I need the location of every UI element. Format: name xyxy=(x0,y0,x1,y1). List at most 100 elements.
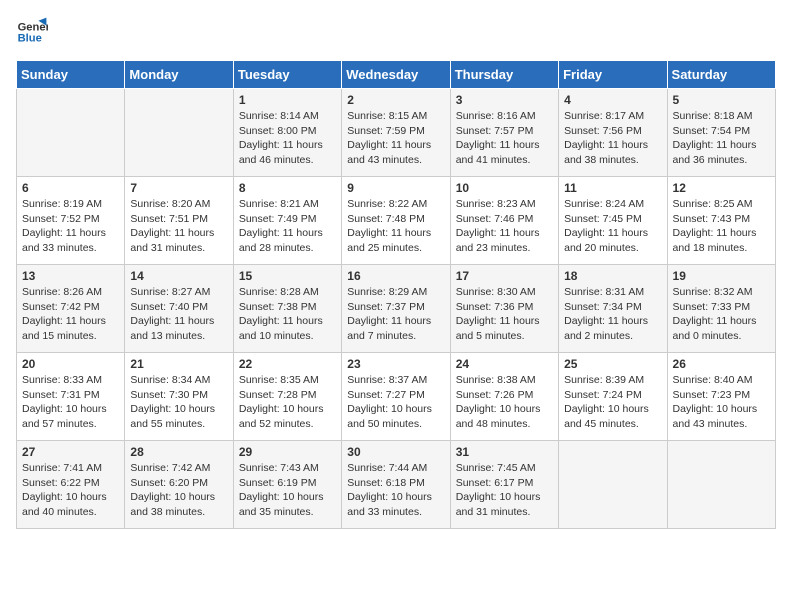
calendar-cell: 25 Sunrise: 8:39 AM Sunset: 7:24 PM Dayli… xyxy=(559,353,667,441)
day-info: Sunrise: 8:24 AM Sunset: 7:45 PM Dayligh… xyxy=(564,197,661,256)
day-info: Sunrise: 8:29 AM Sunset: 7:37 PM Dayligh… xyxy=(347,285,444,344)
day-number: 4 xyxy=(564,93,661,107)
calendar-cell: 24 Sunrise: 8:38 AM Sunset: 7:26 PM Dayli… xyxy=(450,353,558,441)
day-info: Sunrise: 8:17 AM Sunset: 7:56 PM Dayligh… xyxy=(564,109,661,168)
header-saturday: Saturday xyxy=(667,61,775,89)
calendar-cell: 8 Sunrise: 8:21 AM Sunset: 7:49 PM Daylig… xyxy=(233,177,341,265)
day-number: 14 xyxy=(130,269,227,283)
day-number: 11 xyxy=(564,181,661,195)
calendar-cell: 6 Sunrise: 8:19 AM Sunset: 7:52 PM Daylig… xyxy=(17,177,125,265)
day-info: Sunrise: 8:40 AM Sunset: 7:23 PM Dayligh… xyxy=(673,373,770,432)
day-number: 20 xyxy=(22,357,119,371)
day-number: 5 xyxy=(673,93,770,107)
logo-icon: General Blue xyxy=(16,16,48,48)
header-wednesday: Wednesday xyxy=(342,61,450,89)
day-info: Sunrise: 7:44 AM Sunset: 6:18 PM Dayligh… xyxy=(347,461,444,520)
calendar-cell: 26Sunrise: 8:40 AM Sunset: 7:23 PM Dayli… xyxy=(667,353,775,441)
day-info: Sunrise: 8:19 AM Sunset: 7:52 PM Dayligh… xyxy=(22,197,119,256)
week-row-1: 1 Sunrise: 8:14 AM Sunset: 8:00 PM Daylig… xyxy=(17,89,776,177)
header: General Blue xyxy=(16,16,776,48)
day-info: Sunrise: 8:28 AM Sunset: 7:38 PM Dayligh… xyxy=(239,285,336,344)
day-info: Sunrise: 8:27 AM Sunset: 7:40 PM Dayligh… xyxy=(130,285,227,344)
day-number: 27 xyxy=(22,445,119,459)
header-thursday: Thursday xyxy=(450,61,558,89)
calendar-cell: 5 Sunrise: 8:18 AM Sunset: 7:54 PM Daylig… xyxy=(667,89,775,177)
day-number: 17 xyxy=(456,269,553,283)
day-number: 1 xyxy=(239,93,336,107)
day-info: Sunrise: 8:31 AM Sunset: 7:34 PM Dayligh… xyxy=(564,285,661,344)
day-number: 28 xyxy=(130,445,227,459)
svg-text:Blue: Blue xyxy=(18,33,42,45)
day-number: 6 xyxy=(22,181,119,195)
calendar-cell xyxy=(667,441,775,529)
calendar-cell: 3Sunrise: 8:16 AM Sunset: 7:57 PM Daylig… xyxy=(450,89,558,177)
day-number: 30 xyxy=(347,445,444,459)
header-friday: Friday xyxy=(559,61,667,89)
day-number: 25 xyxy=(564,357,661,371)
day-info: Sunrise: 8:35 AM Sunset: 7:28 PM Dayligh… xyxy=(239,373,336,432)
day-number: 3 xyxy=(456,93,553,107)
calendar-cell xyxy=(559,441,667,529)
calendar-cell: 18 Sunrise: 8:31 AM Sunset: 7:34 PM Dayli… xyxy=(559,265,667,353)
calendar-cell: 2 Sunrise: 8:15 AM Sunset: 7:59 PM Daylig… xyxy=(342,89,450,177)
day-number: 9 xyxy=(347,181,444,195)
calendar-table: SundayMondayTuesdayWednesdayThursdayFrid… xyxy=(16,60,776,529)
calendar-cell: 10Sunrise: 8:23 AM Sunset: 7:46 PM Dayli… xyxy=(450,177,558,265)
day-number: 21 xyxy=(130,357,227,371)
day-number: 19 xyxy=(673,269,770,283)
day-info: Sunrise: 8:14 AM Sunset: 8:00 PM Dayligh… xyxy=(239,109,336,168)
day-info: Sunrise: 8:23 AM Sunset: 7:46 PM Dayligh… xyxy=(456,197,553,256)
header-row: SundayMondayTuesdayWednesdayThursdayFrid… xyxy=(17,61,776,89)
day-number: 13 xyxy=(22,269,119,283)
day-info: Sunrise: 7:42 AM Sunset: 6:20 PM Dayligh… xyxy=(130,461,227,520)
day-number: 16 xyxy=(347,269,444,283)
day-info: Sunrise: 8:25 AM Sunset: 7:43 PM Dayligh… xyxy=(673,197,770,256)
calendar-cell: 23 Sunrise: 8:37 AM Sunset: 7:27 PM Dayli… xyxy=(342,353,450,441)
header-tuesday: Tuesday xyxy=(233,61,341,89)
day-info: Sunrise: 8:34 AM Sunset: 7:30 PM Dayligh… xyxy=(130,373,227,432)
calendar-cell: 14 Sunrise: 8:27 AM Sunset: 7:40 PM Dayli… xyxy=(125,265,233,353)
calendar-cell: 20 Sunrise: 8:33 AM Sunset: 7:31 PM Dayli… xyxy=(17,353,125,441)
calendar-cell: 19 Sunrise: 8:32 AM Sunset: 7:33 PM Dayli… xyxy=(667,265,775,353)
logo: General Blue xyxy=(16,16,48,48)
calendar-cell: 28 Sunrise: 7:42 AM Sunset: 6:20 PM Dayli… xyxy=(125,441,233,529)
week-row-4: 20 Sunrise: 8:33 AM Sunset: 7:31 PM Dayli… xyxy=(17,353,776,441)
header-sunday: Sunday xyxy=(17,61,125,89)
calendar-cell: 12 Sunrise: 8:25 AM Sunset: 7:43 PM Dayli… xyxy=(667,177,775,265)
day-number: 18 xyxy=(564,269,661,283)
week-row-2: 6 Sunrise: 8:19 AM Sunset: 7:52 PM Daylig… xyxy=(17,177,776,265)
day-info: Sunrise: 8:30 AM Sunset: 7:36 PM Dayligh… xyxy=(456,285,553,344)
calendar-cell: 7 Sunrise: 8:20 AM Sunset: 7:51 PM Daylig… xyxy=(125,177,233,265)
day-info: Sunrise: 8:38 AM Sunset: 7:26 PM Dayligh… xyxy=(456,373,553,432)
day-number: 23 xyxy=(347,357,444,371)
day-info: Sunrise: 8:15 AM Sunset: 7:59 PM Dayligh… xyxy=(347,109,444,168)
week-row-3: 13Sunrise: 8:26 AM Sunset: 7:42 PM Dayli… xyxy=(17,265,776,353)
calendar-cell: 13Sunrise: 8:26 AM Sunset: 7:42 PM Dayli… xyxy=(17,265,125,353)
day-info: Sunrise: 8:37 AM Sunset: 7:27 PM Dayligh… xyxy=(347,373,444,432)
day-info: Sunrise: 8:33 AM Sunset: 7:31 PM Dayligh… xyxy=(22,373,119,432)
day-number: 22 xyxy=(239,357,336,371)
day-number: 29 xyxy=(239,445,336,459)
calendar-cell: 30 Sunrise: 7:44 AM Sunset: 6:18 PM Dayli… xyxy=(342,441,450,529)
day-number: 12 xyxy=(673,181,770,195)
calendar-cell: 27 Sunrise: 7:41 AM Sunset: 6:22 PM Dayli… xyxy=(17,441,125,529)
day-info: Sunrise: 7:41 AM Sunset: 6:22 PM Dayligh… xyxy=(22,461,119,520)
day-number: 31 xyxy=(456,445,553,459)
day-info: Sunrise: 8:21 AM Sunset: 7:49 PM Dayligh… xyxy=(239,197,336,256)
day-info: Sunrise: 8:32 AM Sunset: 7:33 PM Dayligh… xyxy=(673,285,770,344)
day-number: 2 xyxy=(347,93,444,107)
day-info: Sunrise: 7:43 AM Sunset: 6:19 PM Dayligh… xyxy=(239,461,336,520)
day-number: 7 xyxy=(130,181,227,195)
day-info: Sunrise: 8:18 AM Sunset: 7:54 PM Dayligh… xyxy=(673,109,770,168)
calendar-cell xyxy=(17,89,125,177)
calendar-cell: 29 Sunrise: 7:43 AM Sunset: 6:19 PM Dayli… xyxy=(233,441,341,529)
week-row-5: 27 Sunrise: 7:41 AM Sunset: 6:22 PM Dayli… xyxy=(17,441,776,529)
calendar-cell xyxy=(125,89,233,177)
day-info: Sunrise: 8:20 AM Sunset: 7:51 PM Dayligh… xyxy=(130,197,227,256)
header-monday: Monday xyxy=(125,61,233,89)
day-info: Sunrise: 8:39 AM Sunset: 7:24 PM Dayligh… xyxy=(564,373,661,432)
calendar-cell: 16 Sunrise: 8:29 AM Sunset: 7:37 PM Dayli… xyxy=(342,265,450,353)
day-number: 8 xyxy=(239,181,336,195)
calendar-cell: 4 Sunrise: 8:17 AM Sunset: 7:56 PM Daylig… xyxy=(559,89,667,177)
day-number: 24 xyxy=(456,357,553,371)
